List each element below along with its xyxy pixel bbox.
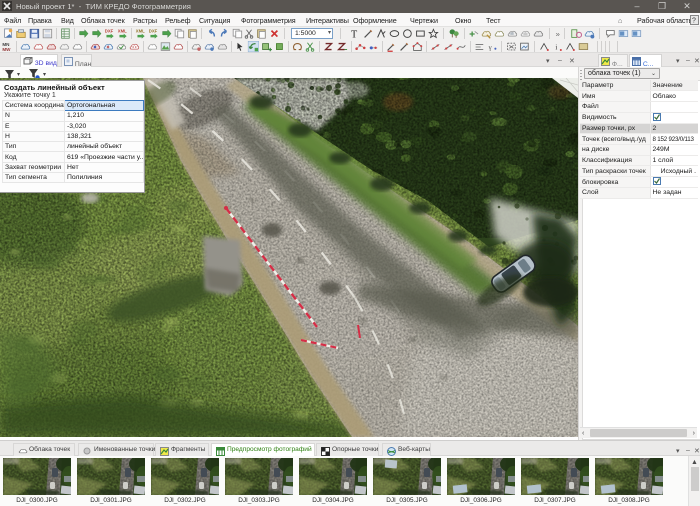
svg-text:MW: MW	[2, 47, 11, 52]
svg-text:γ: γ	[488, 45, 492, 52]
svg-text:DXF: DXF	[105, 28, 114, 33]
svg-text:XML: XML	[118, 28, 127, 33]
svg-text:i: i	[555, 43, 557, 52]
svg-text:DXF: DXF	[149, 28, 158, 33]
svg-text:T: T	[351, 29, 358, 39]
svg-text:»: »	[556, 30, 560, 39]
svg-text:?: ?	[692, 18, 696, 25]
svg-text:XML: XML	[136, 28, 145, 33]
